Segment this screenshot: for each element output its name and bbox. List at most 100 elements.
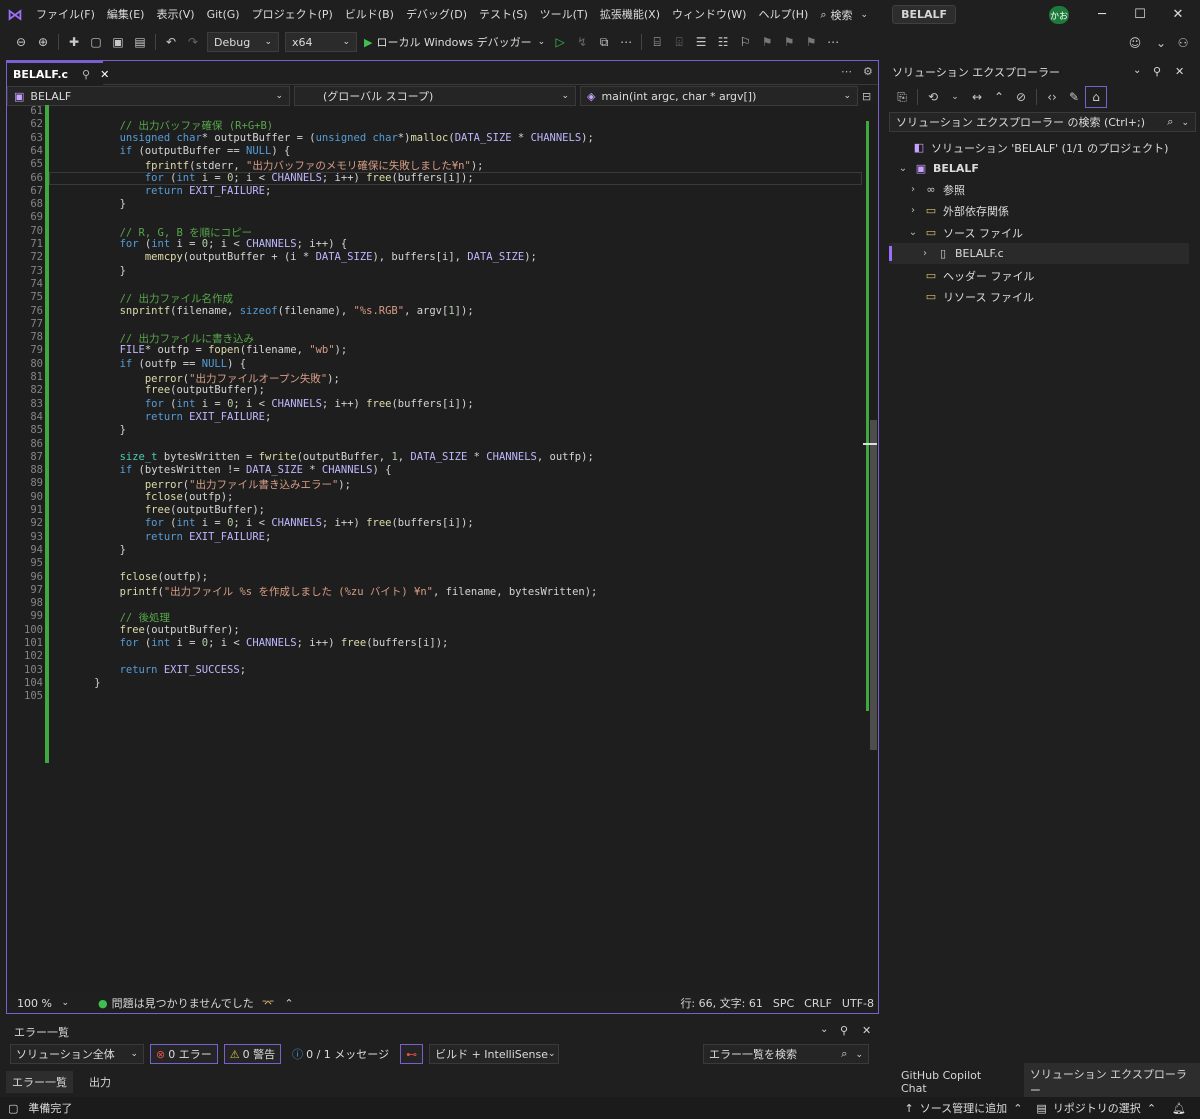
code-line[interactable]: 74: [7, 278, 862, 291]
code-line[interactable]: 62 // 出力バッファ確保 (R+G+B): [7, 118, 862, 132]
chevron-down-icon[interactable]: ⌄: [820, 1024, 828, 1035]
account-icon[interactable]: ⚇: [1172, 32, 1194, 54]
redo-icon[interactable]: ↷: [182, 31, 204, 53]
tree-item-source-files[interactable]: ⌄ ▭ ソース ファイル: [907, 222, 1023, 243]
avatar[interactable]: かお: [1049, 6, 1069, 24]
chevron-down-icon[interactable]: ⌄: [1150, 32, 1172, 54]
code-line[interactable]: 92 for (int i = 0; i < CHANNELS; i++) fr…: [7, 517, 862, 530]
code-line[interactable]: 91 free(outputBuffer);: [7, 504, 862, 517]
code-line[interactable]: 70 // R, G, B を順にコピー: [7, 225, 862, 239]
code-line[interactable]: 88 if (bytesWritten != DATA_SIZE * CHANN…: [7, 464, 862, 477]
indent-icon[interactable]: ☷: [712, 31, 734, 53]
pin-icon[interactable]: ⚲: [840, 1024, 848, 1037]
code-line[interactable]: 102: [7, 650, 862, 663]
code-line[interactable]: 81 perror("出力ファイルオープン失敗");: [7, 371, 862, 385]
code-line[interactable]: 85 }: [7, 424, 862, 437]
code-line[interactable]: 101 for (int i = 0; i < CHANNELS; i++) f…: [7, 637, 862, 650]
properties-icon[interactable]: ✎: [1063, 86, 1085, 108]
code-line[interactable]: 76 snprintf(filename, sizeof(filename), …: [7, 305, 862, 318]
code-line[interactable]: 75 // 出力ファイル名作成: [7, 291, 862, 305]
sync-icon[interactable]: ↔: [966, 86, 988, 108]
chevron-up-icon[interactable]: ⌃: [1147, 1102, 1156, 1115]
menu-debug[interactable]: デバッグ(D): [400, 0, 473, 29]
menu-edit[interactable]: 編集(E): [101, 0, 151, 29]
global-search[interactable]: ⌕ 検索 ⌄: [814, 7, 874, 23]
chevron-right-icon[interactable]: ›: [907, 205, 919, 216]
build-source-select[interactable]: ビルド + IntelliSense ⌄: [429, 1044, 560, 1064]
menu-git[interactable]: Git(G): [201, 0, 246, 29]
chevron-down-icon[interactable]: ⌄: [907, 227, 919, 238]
vertical-scrollbar[interactable]: [863, 105, 877, 995]
code-line[interactable]: 78 // 出力ファイルに書き込み: [7, 331, 862, 345]
code-line[interactable]: 82 free(outputBuffer);: [7, 384, 862, 397]
undo-icon[interactable]: ↶: [160, 31, 182, 53]
close-icon[interactable]: ✕: [1175, 65, 1184, 78]
line-ending[interactable]: CRLF: [804, 997, 832, 1010]
close-window-button[interactable]: ✕: [1156, 0, 1200, 29]
zoom-select[interactable]: 100 % ⌄: [11, 993, 75, 1013]
back-icon[interactable]: ⊖: [10, 31, 32, 53]
history-icon[interactable]: ⟲: [922, 86, 944, 108]
save-icon[interactable]: ▣: [107, 31, 129, 53]
split-editor-icon[interactable]: ⊟: [862, 90, 871, 103]
tree-item-belalf-c[interactable]: › ▯ BELALF.c: [919, 243, 1004, 264]
filter-options-icon[interactable]: ⊷: [400, 1044, 424, 1064]
issues-status[interactable]: 問題は見つかりませんでした: [112, 995, 254, 1011]
code-line[interactable]: 72 memcpy(outputBuffer + (i * DATA_SIZE)…: [7, 251, 862, 264]
code-line[interactable]: 69: [7, 211, 862, 224]
whitespace-mode[interactable]: SPC: [773, 997, 794, 1010]
tree-item-solution[interactable]: ◧ ソリューション 'BELALF' (1/1 のプロジェクト): [911, 137, 1169, 158]
code-line[interactable]: 73 }: [7, 265, 862, 278]
chevron-down-icon[interactable]: ⌄: [944, 86, 966, 108]
code-line[interactable]: 83 for (int i = 0; i < CHANNELS; i++) fr…: [7, 398, 862, 411]
code-line[interactable]: 93 return EXIT_FAILURE;: [7, 531, 862, 544]
encoding[interactable]: UTF-8: [842, 997, 874, 1010]
new-project-icon[interactable]: ✚: [63, 31, 85, 53]
code-line[interactable]: 66 for (int i = 0; i < CHANNELS; i++) fr…: [7, 172, 862, 185]
prev-bookmark-icon[interactable]: ⚑: [756, 31, 778, 53]
code-line[interactable]: 90 fclose(outfp);: [7, 491, 862, 504]
outdent-icon[interactable]: ☰: [690, 31, 712, 53]
menu-file[interactable]: ファイル(F): [30, 0, 101, 29]
cursor-position[interactable]: 行: 66, 文字: 61: [680, 995, 762, 1011]
bookmark-icon[interactable]: ⚐: [734, 31, 756, 53]
code-line[interactable]: 84 return EXIT_FAILURE;: [7, 411, 862, 424]
code-line[interactable]: 94 }: [7, 544, 862, 557]
code-line[interactable]: 61: [7, 105, 862, 118]
code-line[interactable]: 105: [7, 690, 862, 703]
collapse-all-icon[interactable]: ⌃: [988, 86, 1010, 108]
hot-reload-icon[interactable]: ↯: [571, 31, 593, 53]
bell-icon[interactable]: 🔔︎: [1172, 1102, 1186, 1115]
gear-icon[interactable]: ⚙: [863, 65, 873, 78]
chevron-right-icon[interactable]: ›: [907, 184, 919, 195]
code-line[interactable]: 71 for (int i = 0; i < CHANNELS; i++) {: [7, 238, 862, 251]
tree-item-references[interactable]: › ∞ 参照: [907, 179, 965, 200]
menu-project[interactable]: プロジェクト(P): [246, 0, 339, 29]
more-options-icon[interactable]: ⋯: [615, 31, 637, 53]
switch-views-icon[interactable]: ⎘: [891, 86, 913, 108]
copilot-icon[interactable]: ☺: [1124, 32, 1146, 54]
errors-filter-button[interactable]: ⊗ 0 エラー: [150, 1044, 218, 1064]
next-bookmark-icon[interactable]: ⚑: [778, 31, 800, 53]
menu-help[interactable]: ヘルプ(H): [752, 0, 814, 29]
open-file-icon[interactable]: ▢: [85, 31, 107, 53]
code-line[interactable]: 98: [7, 597, 862, 610]
warnings-filter-button[interactable]: ⚠ 0 警告: [223, 1044, 282, 1064]
tab-copilot-chat[interactable]: GitHub Copilot Chat: [885, 1069, 1024, 1095]
uncomment-icon[interactable]: ⌹: [668, 31, 690, 53]
save-all-icon[interactable]: ▤: [129, 31, 151, 53]
error-search-input[interactable]: エラー一覧を検索 ⌕ ⌄: [703, 1044, 869, 1064]
code-area[interactable]: 61 62 // 出力バッファ確保 (R+G+B) 63 unsigned char…: [7, 105, 862, 995]
tree-item-external-deps[interactable]: › ▭ 外部依存関係: [907, 200, 1009, 221]
chevron-right-icon[interactable]: ›: [919, 248, 931, 259]
code-line[interactable]: 77: [7, 318, 862, 331]
tab-belalf-c[interactable]: BELALF.c ⚲ ✕: [7, 61, 109, 85]
code-line[interactable]: 63 unsigned char* outputBuffer = (unsign…: [7, 132, 862, 145]
forward-icon[interactable]: ⊕: [32, 31, 54, 53]
solution-search-input[interactable]: ソリューション エクスプローラー の検索 (Ctrl+;) ⌕ ⌄: [889, 112, 1196, 132]
member-nav-select[interactable]: ◈ main(int argc, char * argv[]) ⌄: [580, 86, 858, 106]
code-line[interactable]: 86: [7, 438, 862, 451]
code-line[interactable]: 99 // 後処理: [7, 610, 862, 624]
code-line[interactable]: 95: [7, 557, 862, 570]
close-icon[interactable]: ✕: [862, 1024, 871, 1037]
